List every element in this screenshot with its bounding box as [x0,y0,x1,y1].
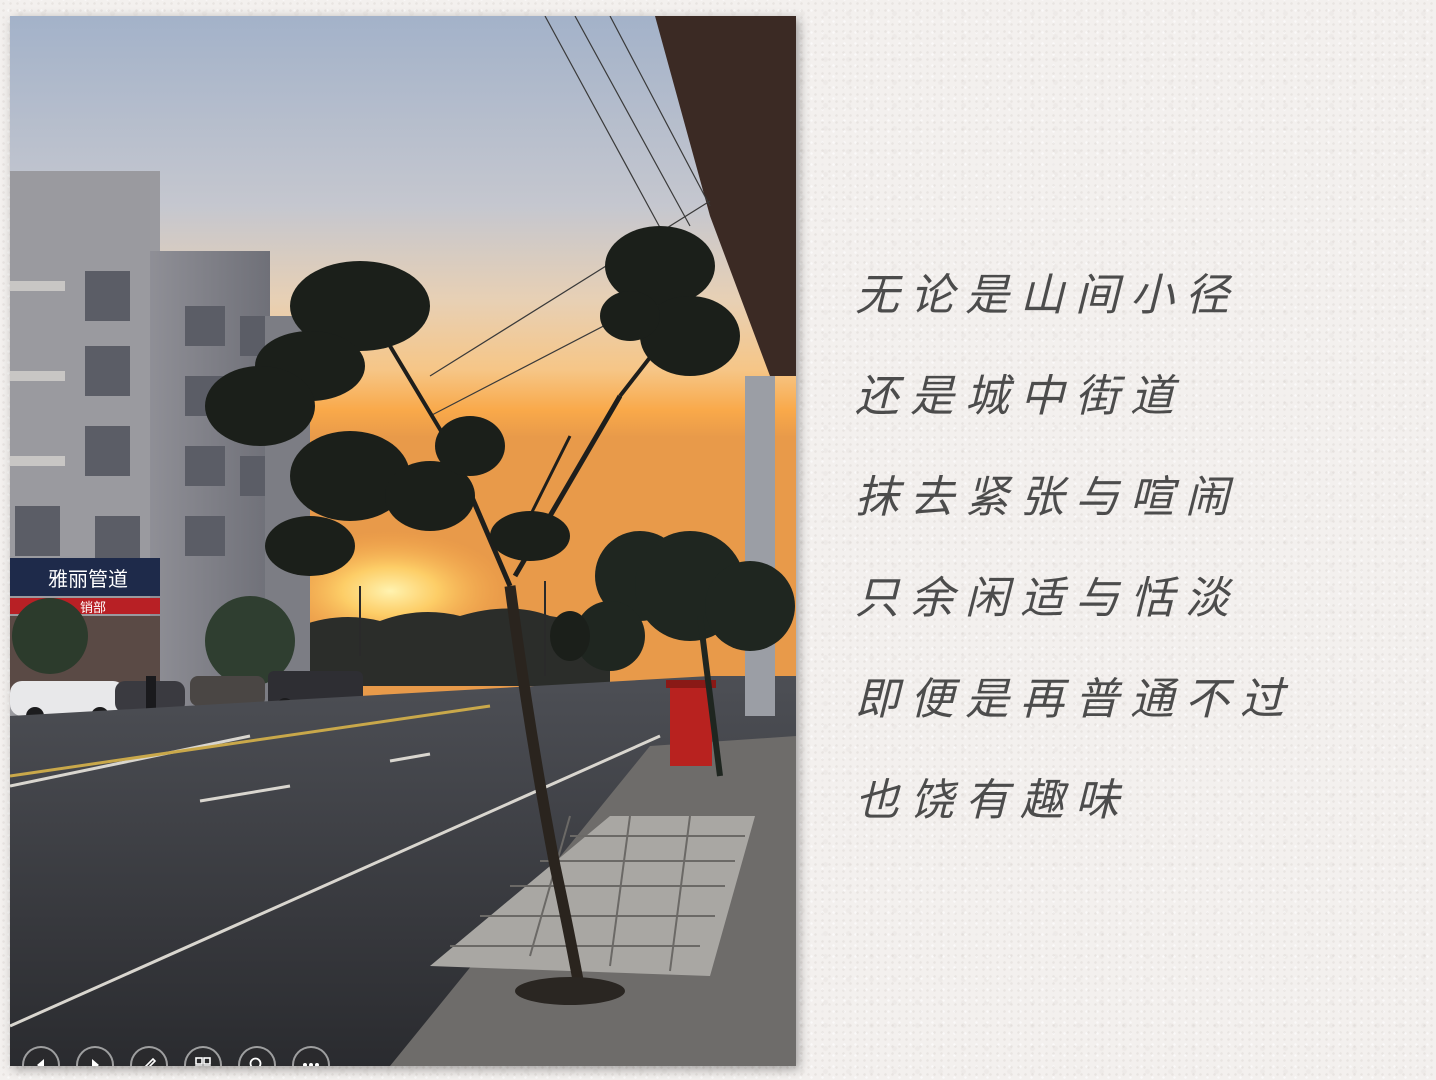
poem-line-5: 即便是再普通不过 [855,674,1295,725]
pen-icon [144,1057,157,1066]
shop-sign-text: 雅丽管道 [48,567,128,591]
previous-button[interactable] [22,1046,60,1066]
see-all-slides-button[interactable] [184,1046,222,1066]
more-options-button[interactable] [292,1046,330,1066]
poem-line-3: 抹去紧张与喧闹 [855,472,1240,523]
poem-text: 无论是山间小径 还是城中街道 抹去紧张与喧闹 只余闲适与恬淡 即便是再普通不过 … [855,262,1415,868]
slides-grid-icon [195,1057,211,1066]
poem-line-1: 无论是山间小径 [855,270,1240,321]
zoom-icon [249,1057,262,1066]
street-sunset-photo: 雅丽管道 销部 [10,16,796,1066]
slideshow-controls [22,1046,330,1066]
next-button[interactable] [76,1046,114,1066]
next-icon [92,1059,99,1066]
zoom-button[interactable] [238,1046,276,1066]
previous-icon [37,1059,44,1066]
poem-line-6: 也饶有趣味 [855,775,1130,826]
shop-sign-text-2: 销部 [80,601,106,616]
poem-line-4: 只余闲适与恬淡 [855,573,1240,624]
more-icon [303,1063,319,1066]
pen-button[interactable] [130,1046,168,1066]
slide: 雅丽管道 销部 无论是山间小径 还是城中街道 抹去紧张与喧闹 只余闲适与恬淡 即… [0,0,1436,1080]
poem-line-2: 还是城中街道 [855,371,1185,422]
